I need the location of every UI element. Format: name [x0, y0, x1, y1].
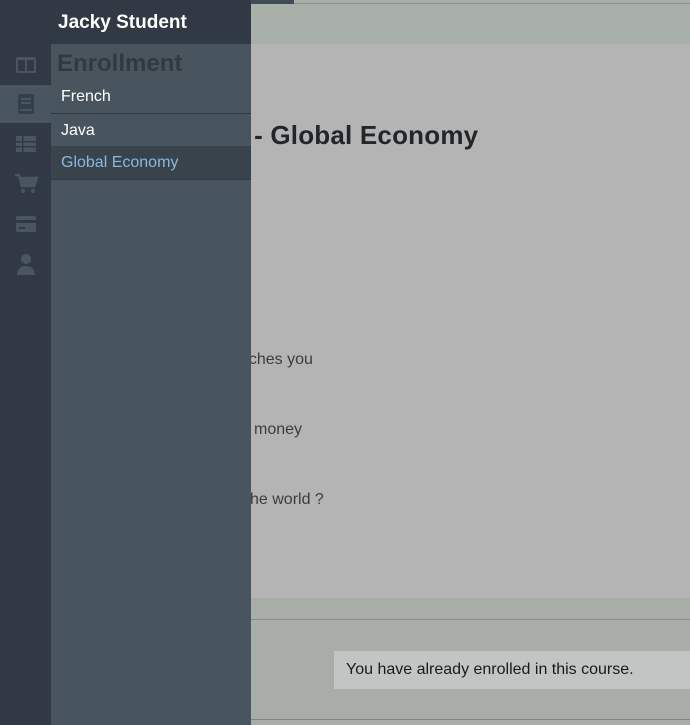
- user-icon[interactable]: [13, 251, 39, 277]
- dashboard-icon[interactable]: [13, 52, 39, 78]
- enrollment-notice: You have already enrolled in this course…: [334, 651, 690, 689]
- sidebar-section-title: Enrollment: [57, 50, 183, 77]
- sidebar-item-global-economy[interactable]: Global Economy: [51, 146, 251, 180]
- table-icon[interactable]: [13, 131, 39, 157]
- course-title: 7 - Global Economy: [232, 120, 479, 150]
- sidebar-item-java[interactable]: Java: [51, 114, 251, 148]
- course-description-line-2: money: [254, 421, 303, 438]
- credit-card-icon[interactable]: [13, 211, 39, 237]
- sidebar-item-french[interactable]: French: [51, 80, 251, 114]
- icon-rail: [0, 0, 51, 725]
- enrollment-sidebar: Jacky Student Enrollment French Java Glo…: [51, 0, 251, 725]
- cart-icon[interactable]: [13, 171, 39, 197]
- course-description-line-3: he world ?: [250, 491, 324, 508]
- book-icon[interactable]: [13, 91, 39, 117]
- bottom-divider: [250, 719, 690, 720]
- top-bar-divider: [294, 3, 690, 4]
- user-name: Jacky Student: [51, 0, 251, 44]
